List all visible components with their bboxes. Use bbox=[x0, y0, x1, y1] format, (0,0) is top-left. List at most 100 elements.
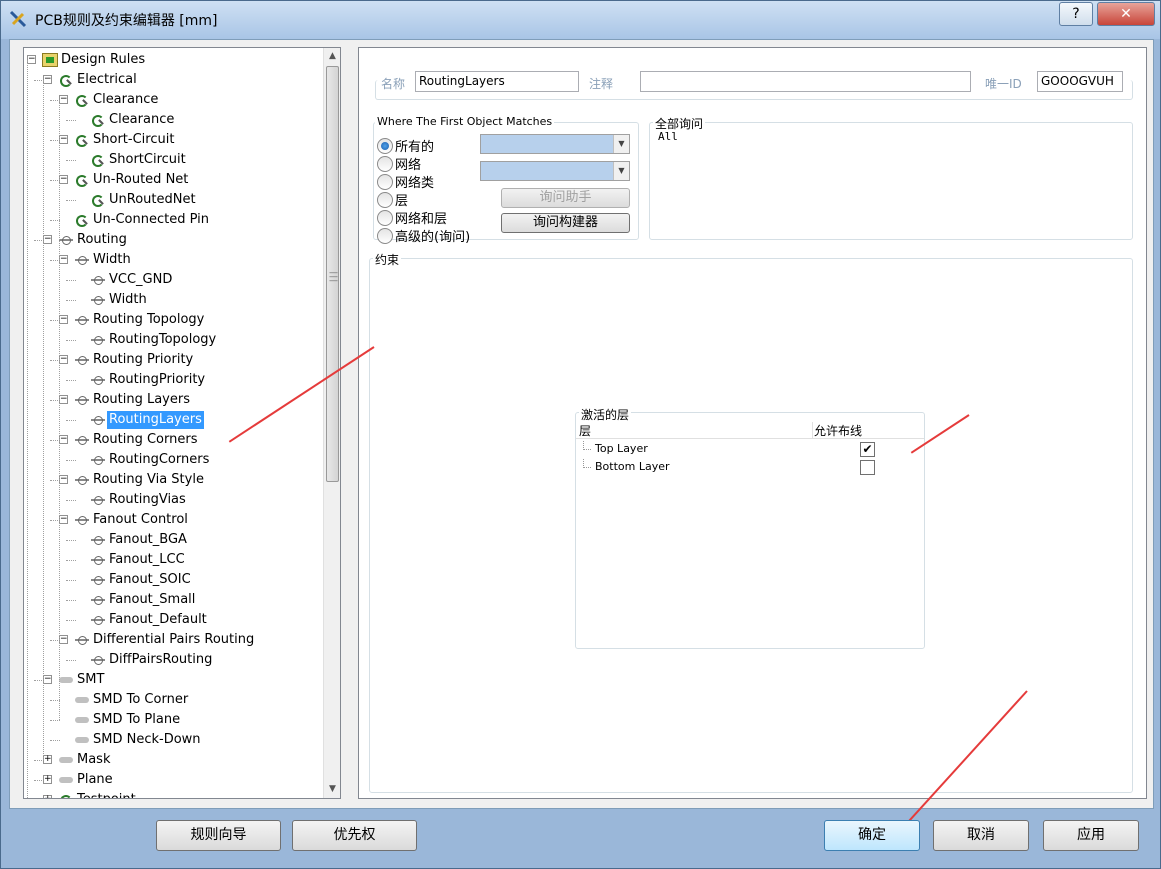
collapse-icon[interactable]: − bbox=[59, 435, 68, 444]
tree-node[interactable]: SMD To Plane bbox=[74, 710, 182, 730]
tree-node[interactable]: SMD Neck-Down bbox=[74, 730, 203, 750]
rule-wizard-button[interactable]: 规则向导 bbox=[156, 820, 281, 851]
tree-node[interactable]: SMD To Corner bbox=[74, 690, 190, 710]
collapse-icon[interactable]: − bbox=[43, 75, 52, 84]
expand-icon[interactable]: + bbox=[43, 775, 52, 784]
uid-input[interactable]: GOOOGVUH bbox=[1037, 71, 1123, 92]
title-bar[interactable]: PCB规则及约束编辑器 [mm] ? ✕ bbox=[1, 1, 1160, 39]
tree-node[interactable]: Fanout_BGA bbox=[90, 530, 189, 550]
layer-row[interactable]: Bottom Layer bbox=[576, 459, 924, 477]
tree-node[interactable]: RoutingVias bbox=[90, 490, 188, 510]
collapse-icon[interactable]: − bbox=[59, 135, 68, 144]
priorities-button[interactable]: 优先权 bbox=[292, 820, 417, 851]
collapse-icon[interactable]: − bbox=[59, 315, 68, 324]
tree-node[interactable]: Fanout_SOIC bbox=[90, 570, 193, 590]
expand-icon[interactable]: + bbox=[43, 755, 52, 764]
query-helper-button[interactable]: 询问助手 bbox=[501, 188, 630, 208]
tree-node[interactable]: Fanout Control bbox=[74, 510, 190, 530]
tree-node[interactable]: Width bbox=[74, 250, 133, 270]
tree-node[interactable]: Routing Corners bbox=[74, 430, 199, 450]
match-option[interactable]: 所有的 bbox=[377, 136, 434, 155]
tree-node[interactable]: RoutingLayers bbox=[90, 410, 204, 430]
full-query-text[interactable]: All bbox=[658, 130, 678, 143]
tree-node[interactable]: Testpoint bbox=[58, 790, 138, 798]
collapse-icon[interactable]: − bbox=[59, 515, 68, 524]
rule-rule-icon bbox=[74, 213, 90, 227]
tree-node[interactable]: Width bbox=[90, 290, 149, 310]
cancel-button[interactable]: 取消 bbox=[933, 820, 1029, 851]
tree-node[interactable]: Un-Routed Net bbox=[74, 170, 190, 190]
collapse-icon[interactable]: − bbox=[59, 255, 68, 264]
radio-button-icon[interactable] bbox=[377, 209, 393, 226]
tree-node[interactable]: Fanout_Small bbox=[90, 590, 197, 610]
match-option[interactable]: 网络和层 bbox=[377, 208, 447, 227]
tree-node[interactable]: Routing bbox=[58, 230, 129, 250]
netclass-combo[interactable]: ▼ bbox=[480, 161, 630, 181]
tree-node[interactable]: Routing Priority bbox=[74, 350, 195, 370]
tree-node[interactable]: RoutingTopology bbox=[90, 330, 218, 350]
tree-node[interactable]: VCC_GND bbox=[90, 270, 174, 290]
route-rule-icon bbox=[90, 573, 106, 587]
tree-node[interactable]: Fanout_Default bbox=[90, 610, 209, 630]
col-allow-routing[interactable]: 允许布线 bbox=[814, 422, 862, 439]
tree-node[interactable]: Routing Via Style bbox=[74, 470, 206, 490]
allow-routing-checkbox[interactable] bbox=[860, 460, 875, 475]
tree-node[interactable]: RoutingPriority bbox=[90, 370, 207, 390]
collapse-icon[interactable]: − bbox=[43, 675, 52, 684]
radio-button-icon[interactable] bbox=[377, 137, 393, 154]
radio-button-icon[interactable] bbox=[377, 173, 393, 190]
tree-node[interactable]: Electrical bbox=[58, 70, 139, 90]
scroll-up-arrow-icon[interactable]: ▲ bbox=[324, 48, 340, 65]
help-button[interactable]: ? bbox=[1059, 2, 1093, 26]
match-option[interactable]: 层 bbox=[377, 190, 408, 209]
tree-node[interactable]: Routing Layers bbox=[74, 390, 192, 410]
collapse-icon[interactable]: − bbox=[27, 55, 36, 64]
col-layer[interactable]: 层 bbox=[579, 422, 591, 439]
layer-row[interactable]: Top Layer ✔ bbox=[576, 441, 924, 459]
net-combo[interactable]: ▼ bbox=[480, 134, 630, 154]
ok-button[interactable]: 确定 bbox=[824, 820, 920, 851]
tree-node[interactable]: ShortCircuit bbox=[90, 150, 188, 170]
collapse-icon[interactable]: − bbox=[59, 635, 68, 644]
tree-node[interactable]: SMT bbox=[58, 670, 106, 690]
route-rule-icon bbox=[90, 453, 106, 467]
tree-node[interactable]: Fanout_LCC bbox=[90, 550, 187, 570]
rule-rule-icon bbox=[74, 173, 90, 187]
collapse-icon[interactable]: − bbox=[59, 475, 68, 484]
collapse-icon[interactable]: − bbox=[59, 355, 68, 364]
name-input[interactable]: RoutingLayers bbox=[415, 71, 579, 92]
radio-button-icon[interactable] bbox=[377, 191, 393, 208]
collapse-icon[interactable]: − bbox=[59, 395, 68, 404]
tree-node[interactable]: Un-Connected Pin bbox=[74, 210, 211, 230]
radio-button-icon[interactable] bbox=[377, 227, 393, 244]
collapse-icon[interactable]: − bbox=[59, 175, 68, 184]
allow-routing-checkbox[interactable]: ✔ bbox=[860, 442, 875, 457]
tree-node[interactable]: Mask bbox=[58, 750, 112, 770]
tree-node[interactable]: Differential Pairs Routing bbox=[74, 630, 256, 650]
query-builder-button[interactable]: 询问构建器 bbox=[501, 213, 630, 233]
route-rule-icon bbox=[74, 433, 90, 447]
close-button[interactable]: ✕ bbox=[1097, 2, 1155, 26]
scroll-down-arrow-icon[interactable]: ▼ bbox=[324, 781, 340, 798]
collapse-icon[interactable]: − bbox=[59, 95, 68, 104]
scroll-thumb[interactable]: — — — bbox=[326, 66, 339, 482]
tree-node[interactable]: UnRoutedNet bbox=[90, 190, 198, 210]
tree-node[interactable]: DiffPairsRouting bbox=[90, 650, 214, 670]
comment-input[interactable] bbox=[640, 71, 971, 92]
tree-node[interactable]: Short-Circuit bbox=[74, 130, 176, 150]
tree-node[interactable]: Clearance bbox=[90, 110, 176, 130]
apply-button[interactable]: 应用 bbox=[1043, 820, 1139, 851]
tree-node[interactable]: Design Rules bbox=[42, 50, 147, 70]
rules-tree[interactable]: Design Rules − Electrical − Clearance − Cleara… bbox=[23, 47, 341, 799]
tree-node[interactable]: RoutingCorners bbox=[90, 450, 211, 470]
collapse-icon[interactable]: − bbox=[43, 235, 52, 244]
tree-scrollbar[interactable]: ▲ — — — ▼ bbox=[323, 48, 340, 798]
tree-node[interactable]: Routing Topology bbox=[74, 310, 206, 330]
match-option[interactable]: 网络 bbox=[377, 154, 421, 173]
match-option[interactable]: 网络类 bbox=[377, 172, 434, 191]
tree-node[interactable]: Clearance bbox=[74, 90, 160, 110]
expand-icon[interactable]: + bbox=[43, 795, 52, 798]
match-option[interactable]: 高级的(询问) bbox=[377, 226, 470, 245]
radio-button-icon[interactable] bbox=[377, 155, 393, 172]
tree-node[interactable]: Plane bbox=[58, 770, 115, 790]
